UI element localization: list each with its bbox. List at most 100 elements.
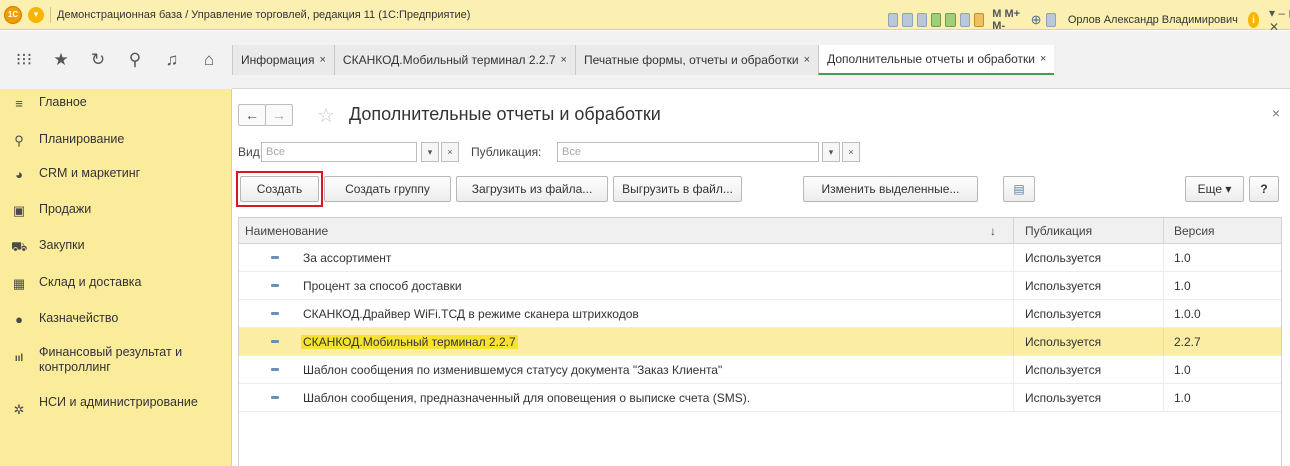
crm-icon: ◕	[15, 167, 23, 182]
menu-icon: ≡	[15, 96, 23, 111]
window-controls[interactable]: ▾ – ◻ ✕	[1269, 6, 1290, 34]
column-divider	[1013, 328, 1014, 356]
close-form-icon[interactable]: ×	[1272, 105, 1280, 121]
cart-icon: ⛟	[11, 239, 28, 254]
app-logo-icon: 1С	[4, 5, 22, 24]
row-version: 1.0.0	[1174, 307, 1201, 321]
item-icon	[271, 284, 279, 287]
sidebar-item-finance[interactable]: ııl Финансовый результат и контроллинг	[0, 345, 232, 375]
table-row-selected[interactable]: СКАНКОД.Мобильный терминал 2.2.7 Использ…	[239, 328, 1281, 356]
tab-mobile-terminal[interactable]: СКАНКОД.Мобильный терминал 2.2.7 ×	[333, 45, 575, 75]
row-version: 1.0	[1174, 251, 1191, 265]
help-button[interactable]: ?	[1249, 176, 1279, 202]
tab-information[interactable]: Информация ×	[232, 45, 334, 75]
row-version: 1.0	[1174, 363, 1191, 377]
back-button[interactable]: ←	[238, 104, 266, 126]
sidebar-item-crm[interactable]: ◕ CRM и маркетинг	[0, 166, 232, 182]
sidebar-item-label: НСИ и администрирование	[39, 395, 198, 409]
main-menu-button[interactable]: ▾	[28, 6, 44, 23]
chart-icon: ııl	[14, 353, 24, 364]
column-divider	[1163, 384, 1164, 412]
column-divider	[1163, 328, 1164, 356]
calculator-icon[interactable]	[959, 13, 970, 27]
warehouse-icon: ▦	[12, 276, 26, 291]
title-toolbar: M M+ M- ⊕ Орлов Александр Владимирович i…	[888, 6, 1290, 34]
publication-filter-label: Публикация:	[471, 145, 542, 159]
bell-icon[interactable]: ♫	[162, 50, 182, 70]
column-name-header[interactable]: Наименование	[245, 224, 328, 238]
sidebar-item-main[interactable]: ≡ Главное	[0, 95, 232, 111]
kind-dropdown-button[interactable]: ▾	[421, 142, 439, 162]
panels-icon[interactable]	[1045, 13, 1056, 27]
table-row[interactable]: Шаблон сообщения по изменившемуся статус…	[239, 356, 1281, 384]
tab-label: Печатные формы, отчеты и обработки	[583, 53, 799, 67]
tab-print-forms[interactable]: Печатные формы, отчеты и обработки ×	[574, 45, 819, 75]
column-publication-header[interactable]: Публикация	[1025, 224, 1092, 238]
table-row[interactable]: Процент за способ доставки Используется …	[239, 272, 1281, 300]
kind-clear-button[interactable]: ×	[441, 142, 459, 162]
calendar-icon[interactable]	[973, 13, 985, 27]
close-icon[interactable]: ×	[319, 54, 325, 66]
save-to-file-button[interactable]: Выгрузить в файл...	[613, 176, 742, 202]
sidebar-item-sales[interactable]: ▣ Продажи	[0, 202, 232, 219]
close-icon[interactable]: ×	[1040, 53, 1046, 65]
sidebar-item-label: Закупки	[39, 238, 85, 252]
print-icon[interactable]	[902, 13, 913, 27]
list-settings-icon[interactable]: ▤	[1003, 176, 1035, 202]
home-icon[interactable]: ⌂	[199, 50, 219, 70]
publication-filter-input[interactable]: Все	[557, 142, 819, 162]
open-tabs: Информация × СКАНКОД.Мобильный терминал …	[232, 45, 1055, 75]
column-divider	[1013, 384, 1014, 412]
sidebar-item-planning[interactable]: ⚲ Планирование	[0, 132, 232, 149]
column-divider	[1163, 300, 1164, 328]
favorite-star-icon[interactable]: ☆	[317, 103, 335, 128]
column-divider	[1013, 244, 1014, 272]
info-icon[interactable]: i	[1247, 12, 1259, 28]
memory-buttons[interactable]: M M+ M-	[992, 8, 1022, 32]
table-row[interactable]: За ассортимент Используется 1.0	[239, 244, 1281, 272]
sidebar-item-warehouse[interactable]: ▦ Склад и доставка	[0, 275, 232, 292]
main-content: ← → ☆ Дополнительные отчеты и обработки …	[232, 89, 1290, 466]
favorite-link-icon[interactable]	[945, 13, 956, 27]
close-icon[interactable]: ×	[804, 54, 810, 66]
create-group-button[interactable]: Создать группу	[324, 176, 451, 202]
column-version-header[interactable]: Версия	[1174, 224, 1215, 238]
column-divider	[1013, 300, 1014, 328]
favorites-star-icon[interactable]: ★	[51, 50, 71, 70]
sort-arrow-icon[interactable]: ↓	[990, 224, 996, 238]
current-user[interactable]: Орлов Александр Владимирович	[1068, 14, 1238, 26]
publication-dropdown-button[interactable]: ▾	[822, 142, 840, 162]
preview-icon[interactable]	[916, 13, 927, 27]
zoom-icon[interactable]: ⊕	[1031, 12, 1042, 28]
title-bar: 1С ▾ Демонстрационная база / Управление …	[0, 0, 1290, 34]
load-from-file-button[interactable]: Загрузить из файла...	[456, 176, 608, 202]
grid-menu-icon[interactable]: ⁝⁝⁝	[14, 50, 34, 70]
forward-button[interactable]: →	[265, 104, 293, 126]
kind-filter-input[interactable]: Все	[261, 142, 417, 162]
sidebar-item-label: Главное	[39, 95, 87, 109]
history-icon[interactable]: ↻	[88, 50, 108, 70]
table-row[interactable]: Шаблон сообщения, предназначенный для оп…	[239, 384, 1281, 412]
save-icon[interactable]	[888, 13, 899, 27]
tab-additional-reports[interactable]: Дополнительные отчеты и обработки ×	[818, 45, 1055, 75]
tab-label: Информация	[241, 53, 315, 67]
row-publication: Используется	[1025, 279, 1102, 293]
sections-sidebar: ≡ Главное ⚲ Планирование ◕ CRM и маркети…	[0, 89, 232, 466]
more-button[interactable]: Еще ▾	[1185, 176, 1244, 202]
edit-selected-button[interactable]: Изменить выделенные...	[803, 176, 978, 202]
search-icon[interactable]: ⚲	[125, 50, 145, 70]
sidebar-item-admin[interactable]: ✲ НСИ и администрирование	[0, 395, 232, 418]
sidebar-item-purchases[interactable]: ⛟ Закупки	[0, 238, 232, 257]
close-icon[interactable]: ×	[561, 54, 567, 66]
link-icon[interactable]	[930, 13, 942, 27]
row-publication: Используется	[1025, 391, 1102, 405]
item-icon	[271, 312, 279, 315]
sidebar-item-treasury[interactable]: ● Казначейство	[0, 311, 232, 327]
row-name: СКАНКОД.Мобильный терминал 2.2.7	[301, 335, 518, 349]
tab-bar: ⁝⁝⁝ ★ ↻ ⚲ ♫ ⌂ Информация × СКАНКОД.Мобил…	[0, 31, 1290, 89]
treasury-icon: ●	[15, 312, 23, 327]
table-row[interactable]: СКАНКОД.Драйвер WiFi.ТСД в режиме сканер…	[239, 300, 1281, 328]
publication-clear-button[interactable]: ×	[842, 142, 860, 162]
tab-label: Дополнительные отчеты и обработки	[827, 52, 1035, 66]
gear-icon: ✲	[13, 402, 25, 417]
